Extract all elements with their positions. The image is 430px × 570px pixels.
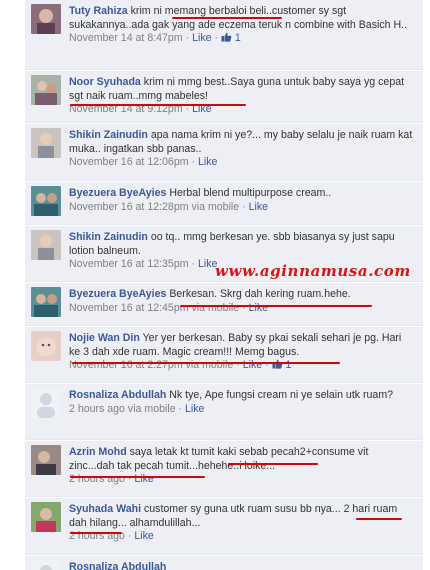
comment-timestamp: November 16 at 12:45pm via mobile bbox=[69, 301, 240, 314]
comment-author[interactable]: Rosnaliza Abdullah bbox=[69, 561, 166, 570]
comment-timestamp: November 16 at 12:06pm bbox=[69, 156, 189, 168]
like-link[interactable]: Like bbox=[249, 302, 268, 314]
thumbs-up-icon bbox=[221, 32, 232, 47]
highlight-underline bbox=[356, 518, 402, 520]
comment-timestamp: 2 hours ago bbox=[69, 473, 125, 485]
like-link[interactable]: Like bbox=[243, 359, 262, 371]
avatar[interactable] bbox=[31, 331, 61, 361]
avatar[interactable] bbox=[31, 75, 61, 105]
like-link[interactable]: Like bbox=[192, 32, 211, 44]
like-link[interactable]: Like bbox=[134, 473, 153, 485]
avatar[interactable] bbox=[31, 560, 61, 570]
comment-item: Azrin Mohd saya letak kt tumit kaki seba… bbox=[25, 441, 423, 497]
comment-item: Byezuera ByeAyies Herbal blend multipurp… bbox=[25, 182, 423, 225]
comment-timestamp: November 16 at 2:27pm via mobile bbox=[69, 359, 234, 371]
comment-item: Syuhada Wahi customer sy guna utk ruam s… bbox=[25, 498, 423, 555]
comment-timestamp: November 16 at 12:28pm via mobile bbox=[69, 200, 240, 213]
highlight-underline bbox=[172, 17, 282, 19]
comment-item: Shikin Zainudin apa nama krim ni ye?... … bbox=[25, 124, 423, 181]
like-count[interactable]: 1 bbox=[221, 32, 241, 44]
comment-author[interactable]: Nojie Wan Din bbox=[69, 332, 140, 344]
comment-item: Rosnaliza Abdullah bbox=[25, 556, 423, 570]
comment-author[interactable]: Byezuera ByeAyies bbox=[69, 288, 166, 300]
comment-timestamp: 2 hours ago via mobile bbox=[69, 402, 176, 415]
comment-author[interactable]: Azrin Mohd bbox=[69, 446, 127, 458]
like-count[interactable]: 1 bbox=[272, 359, 291, 371]
comment-author[interactable]: Rosnaliza Abdullah bbox=[69, 389, 166, 401]
avatar[interactable] bbox=[31, 186, 61, 216]
avatar[interactable] bbox=[31, 445, 61, 475]
comment-timestamp: November 16 at 12:35pm bbox=[69, 258, 189, 270]
watermark: www.aginnamusa.com bbox=[215, 262, 411, 280]
highlight-underline bbox=[70, 104, 246, 106]
avatar[interactable] bbox=[31, 230, 61, 260]
comment-author[interactable]: Shikin Zainudin bbox=[69, 129, 148, 141]
like-link[interactable]: Like bbox=[134, 530, 153, 542]
comment-author[interactable]: Shikin Zainudin bbox=[69, 231, 148, 243]
highlight-underline bbox=[70, 476, 205, 478]
highlight-underline bbox=[70, 532, 122, 534]
comment-item: Noor Syuhada krim ni mmg best..Saya guna… bbox=[25, 71, 423, 123]
comment-text: Nk tye, Ape fungsi cream ni ye selain ut… bbox=[169, 389, 394, 401]
comment-author[interactable]: Byezuera ByeAyies bbox=[69, 187, 166, 199]
avatar[interactable] bbox=[31, 287, 61, 317]
comment-author[interactable]: Tuty Rahiza bbox=[69, 5, 128, 17]
comment-author[interactable]: Noor Syuhada bbox=[69, 76, 141, 88]
avatar[interactable] bbox=[31, 388, 61, 418]
highlight-underline bbox=[228, 463, 318, 465]
avatar[interactable] bbox=[31, 502, 61, 532]
comment-text: Herbal blend multipurpose cream.. bbox=[169, 187, 332, 199]
comment-item: Tuty Rahiza krim ni memang berbaloi beli… bbox=[25, 0, 423, 70]
comment-feed: Tuty Rahiza krim ni memang berbaloi beli… bbox=[25, 0, 423, 570]
like-link[interactable]: Like bbox=[249, 201, 268, 213]
highlight-underline bbox=[180, 305, 372, 307]
avatar[interactable] bbox=[31, 4, 61, 34]
like-link[interactable]: Like bbox=[198, 156, 217, 168]
comment-author[interactable]: Syuhada Wahi bbox=[69, 503, 141, 515]
highlight-underline bbox=[72, 362, 340, 364]
like-link[interactable]: Like bbox=[185, 403, 204, 415]
comment-item: Nojie Wan Din Yer yer berkesan. Baby sy … bbox=[25, 327, 423, 383]
avatar[interactable] bbox=[31, 128, 61, 158]
comment-timestamp: November 14 at 8:47pm bbox=[69, 32, 183, 44]
comment-text: Berkesan. Skrg dah kering ruam.hehe. bbox=[169, 288, 351, 300]
comment-item: Rosnaliza Abdullah Nk tye, Ape fungsi cr… bbox=[25, 384, 423, 440]
